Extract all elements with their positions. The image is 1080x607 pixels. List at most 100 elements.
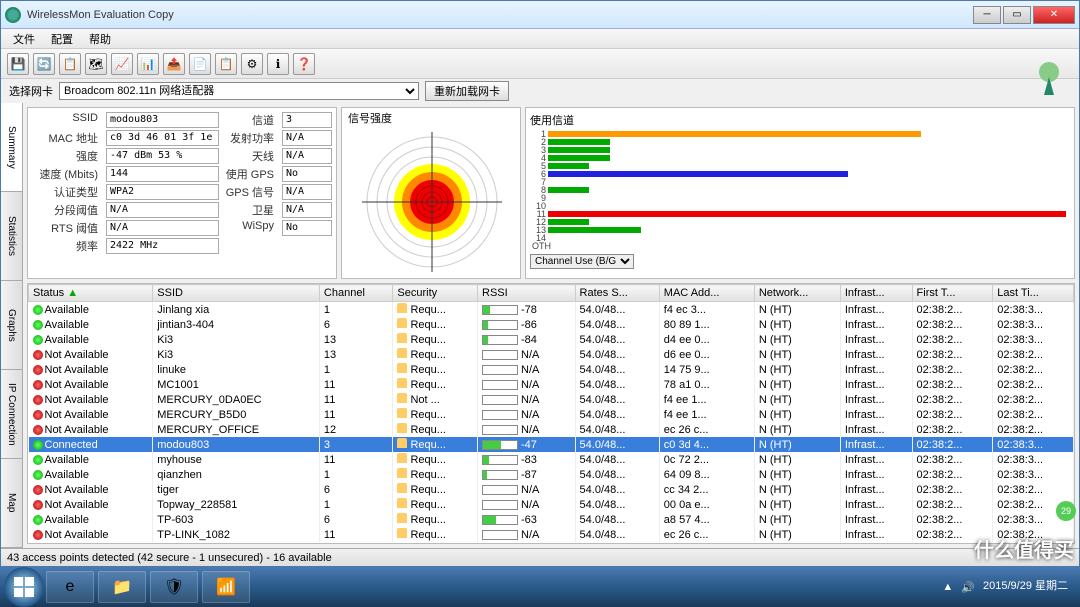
lock-icon [397,453,407,463]
tab-statistics[interactable]: Statistics [1,192,22,281]
chart-icon[interactable]: 📊 [137,53,159,75]
lock-icon [397,393,407,403]
info-label: 使用 GPS [223,166,278,182]
col-header[interactable]: RSSI [478,285,576,302]
export-icon[interactable]: 📤 [163,53,185,75]
table-row[interactable]: Not Available Ki313 Requ... N/A 54.0/48.… [29,347,1074,362]
menu-help[interactable]: 帮助 [81,29,119,49]
map-icon[interactable]: 🗺 [85,53,107,75]
reload-icon[interactable]: 🔄 [33,53,55,75]
rssi-bar [482,320,518,330]
rssi-bar [482,440,518,450]
table-row[interactable]: Not Available MERCURY_OFFICE12 Requ... N… [29,422,1074,437]
info-value: N/A [282,130,332,146]
table-row[interactable]: Available jintian3-4046 Requ... -86 54.0… [29,317,1074,332]
table-row[interactable]: Available myhouse11 Requ... -83 54.0/48.… [29,452,1074,467]
graph-icon[interactable]: 📈 [111,53,133,75]
info-value: N/A [282,202,332,218]
minimize-button[interactable]: ─ [973,6,1001,24]
col-header[interactable]: Rates S... [575,285,659,302]
tray-chevron-icon[interactable]: ▲ [942,581,953,593]
tab-summary[interactable]: Summary [1,103,22,192]
table-row[interactable]: Available qianzhen1 Requ... -87 54.0/48.… [29,467,1074,482]
gear-icon[interactable]: ⚙ [241,53,263,75]
rssi-bar [482,365,518,375]
info-icon[interactable]: ℹ [267,53,289,75]
help-icon[interactable]: ❓ [293,53,315,75]
table-row[interactable]: Not Available linuke1 Requ... N/A 54.0/4… [29,362,1074,377]
rssi-bar [482,395,518,405]
radar-title: 信号强度 [348,110,392,126]
info-label: 频率 [32,238,102,254]
system-tray[interactable]: ▲ 🔊 2015/9/29 星期二 [942,580,1076,593]
channel-bar: 8 [548,186,1066,193]
tray-datetime[interactable]: 2015/9/29 星期二 [983,580,1068,593]
channel-title: 使用信道 [530,112,1070,128]
maximize-button[interactable]: ▭ [1003,6,1031,24]
col-header[interactable]: Network... [754,285,840,302]
table-row[interactable]: Not Available tiger6 Requ... N/A 54.0/48… [29,482,1074,497]
reload-adapter-button[interactable]: 重新加载网卡 [425,81,509,101]
channel-use-select[interactable]: Channel Use (B/G [530,254,634,269]
ap-grid-container[interactable]: Status ▲SSIDChannelSecurityRSSIRates S..… [27,283,1075,544]
tab-graphs[interactable]: Graphs [1,281,22,370]
info-label: 认证类型 [32,184,102,200]
titlebar[interactable]: WirelessMon Evaluation Copy ─ ▭ ✕ [1,1,1079,29]
table-row[interactable]: Not Available Topway_2285811 Requ... N/A… [29,497,1074,512]
col-header[interactable]: SSID [153,285,320,302]
table-row[interactable]: Not Available MC100111 Requ... N/A 54.0/… [29,377,1074,392]
status-dot-icon [33,485,43,495]
lock-icon [397,498,407,508]
col-header[interactable]: Infrast... [840,285,912,302]
info-label: 分段阈值 [32,202,102,218]
col-header[interactable]: First T... [912,285,993,302]
start-button[interactable] [4,567,44,607]
doc-icon[interactable]: 📄 [189,53,211,75]
info-label: 信道 [223,112,278,128]
task-explorer-icon[interactable]: 📁 [98,571,146,603]
status-dot-icon [33,500,43,510]
task-360-icon[interactable]: 🛡 [150,571,198,603]
info-label: 天线 [223,148,278,164]
clipboard-icon[interactable]: 📋 [215,53,237,75]
window-title: WirelessMon Evaluation Copy [27,9,973,21]
table-row[interactable]: Available Jinlang xia1 Requ... -78 54.0/… [29,302,1074,318]
table-row[interactable]: Connected modou8033 Requ... -47 54.0/48.… [29,437,1074,452]
table-row[interactable]: Not Available MERCURY_B5D011 Requ... N/A… [29,407,1074,422]
close-button[interactable]: ✕ [1033,6,1075,24]
log-icon[interactable]: 📋 [59,53,81,75]
status-dot-icon [33,320,43,330]
notification-badge[interactable]: 29 [1056,501,1076,521]
col-header[interactable]: Last Ti... [993,285,1074,302]
col-header[interactable]: Status ▲ [29,285,153,302]
info-label: MAC 地址 [32,130,102,146]
tab-ip-connection[interactable]: IP Connection [1,370,22,459]
rssi-bar [482,335,518,345]
table-row[interactable]: Available TP-6036 Requ... -63 54.0/48...… [29,512,1074,527]
status-dot-icon [33,455,43,465]
menubar: 文件 配置 帮助 [1,29,1079,49]
task-ie-icon[interactable]: e [46,571,94,603]
status-dot-icon [33,395,43,405]
tab-map[interactable]: Map [1,459,22,548]
menu-file[interactable]: 文件 [5,29,43,49]
menu-config[interactable]: 配置 [43,29,81,49]
table-row[interactable]: Not Available MERCURY_0DA0EC11 Not ... N… [29,392,1074,407]
save-icon[interactable]: 💾 [7,53,29,75]
info-label: WiSpy [223,220,278,236]
tray-network-icon[interactable]: 🔊 [961,581,975,594]
col-header[interactable]: Channel [319,285,393,302]
table-row[interactable]: Not Available TP-LINK_108211 Requ... N/A… [29,527,1074,542]
task-wirelessmon-icon[interactable]: 📶 [202,571,250,603]
col-header[interactable]: Security [393,285,478,302]
lock-icon [397,363,407,373]
info-label: GPS 信号 [223,184,278,200]
lock-icon [397,318,407,328]
col-header[interactable]: MAC Add... [659,285,754,302]
lock-icon [397,333,407,343]
status-dot-icon [33,470,43,480]
table-row[interactable]: Available Ki313 Requ... -84 54.0/48...d4… [29,332,1074,347]
info-value: 3 [282,112,332,128]
adapter-select[interactable]: Broadcom 802.11n 网络适配器 [59,82,419,100]
info-value: N/A [282,148,332,164]
